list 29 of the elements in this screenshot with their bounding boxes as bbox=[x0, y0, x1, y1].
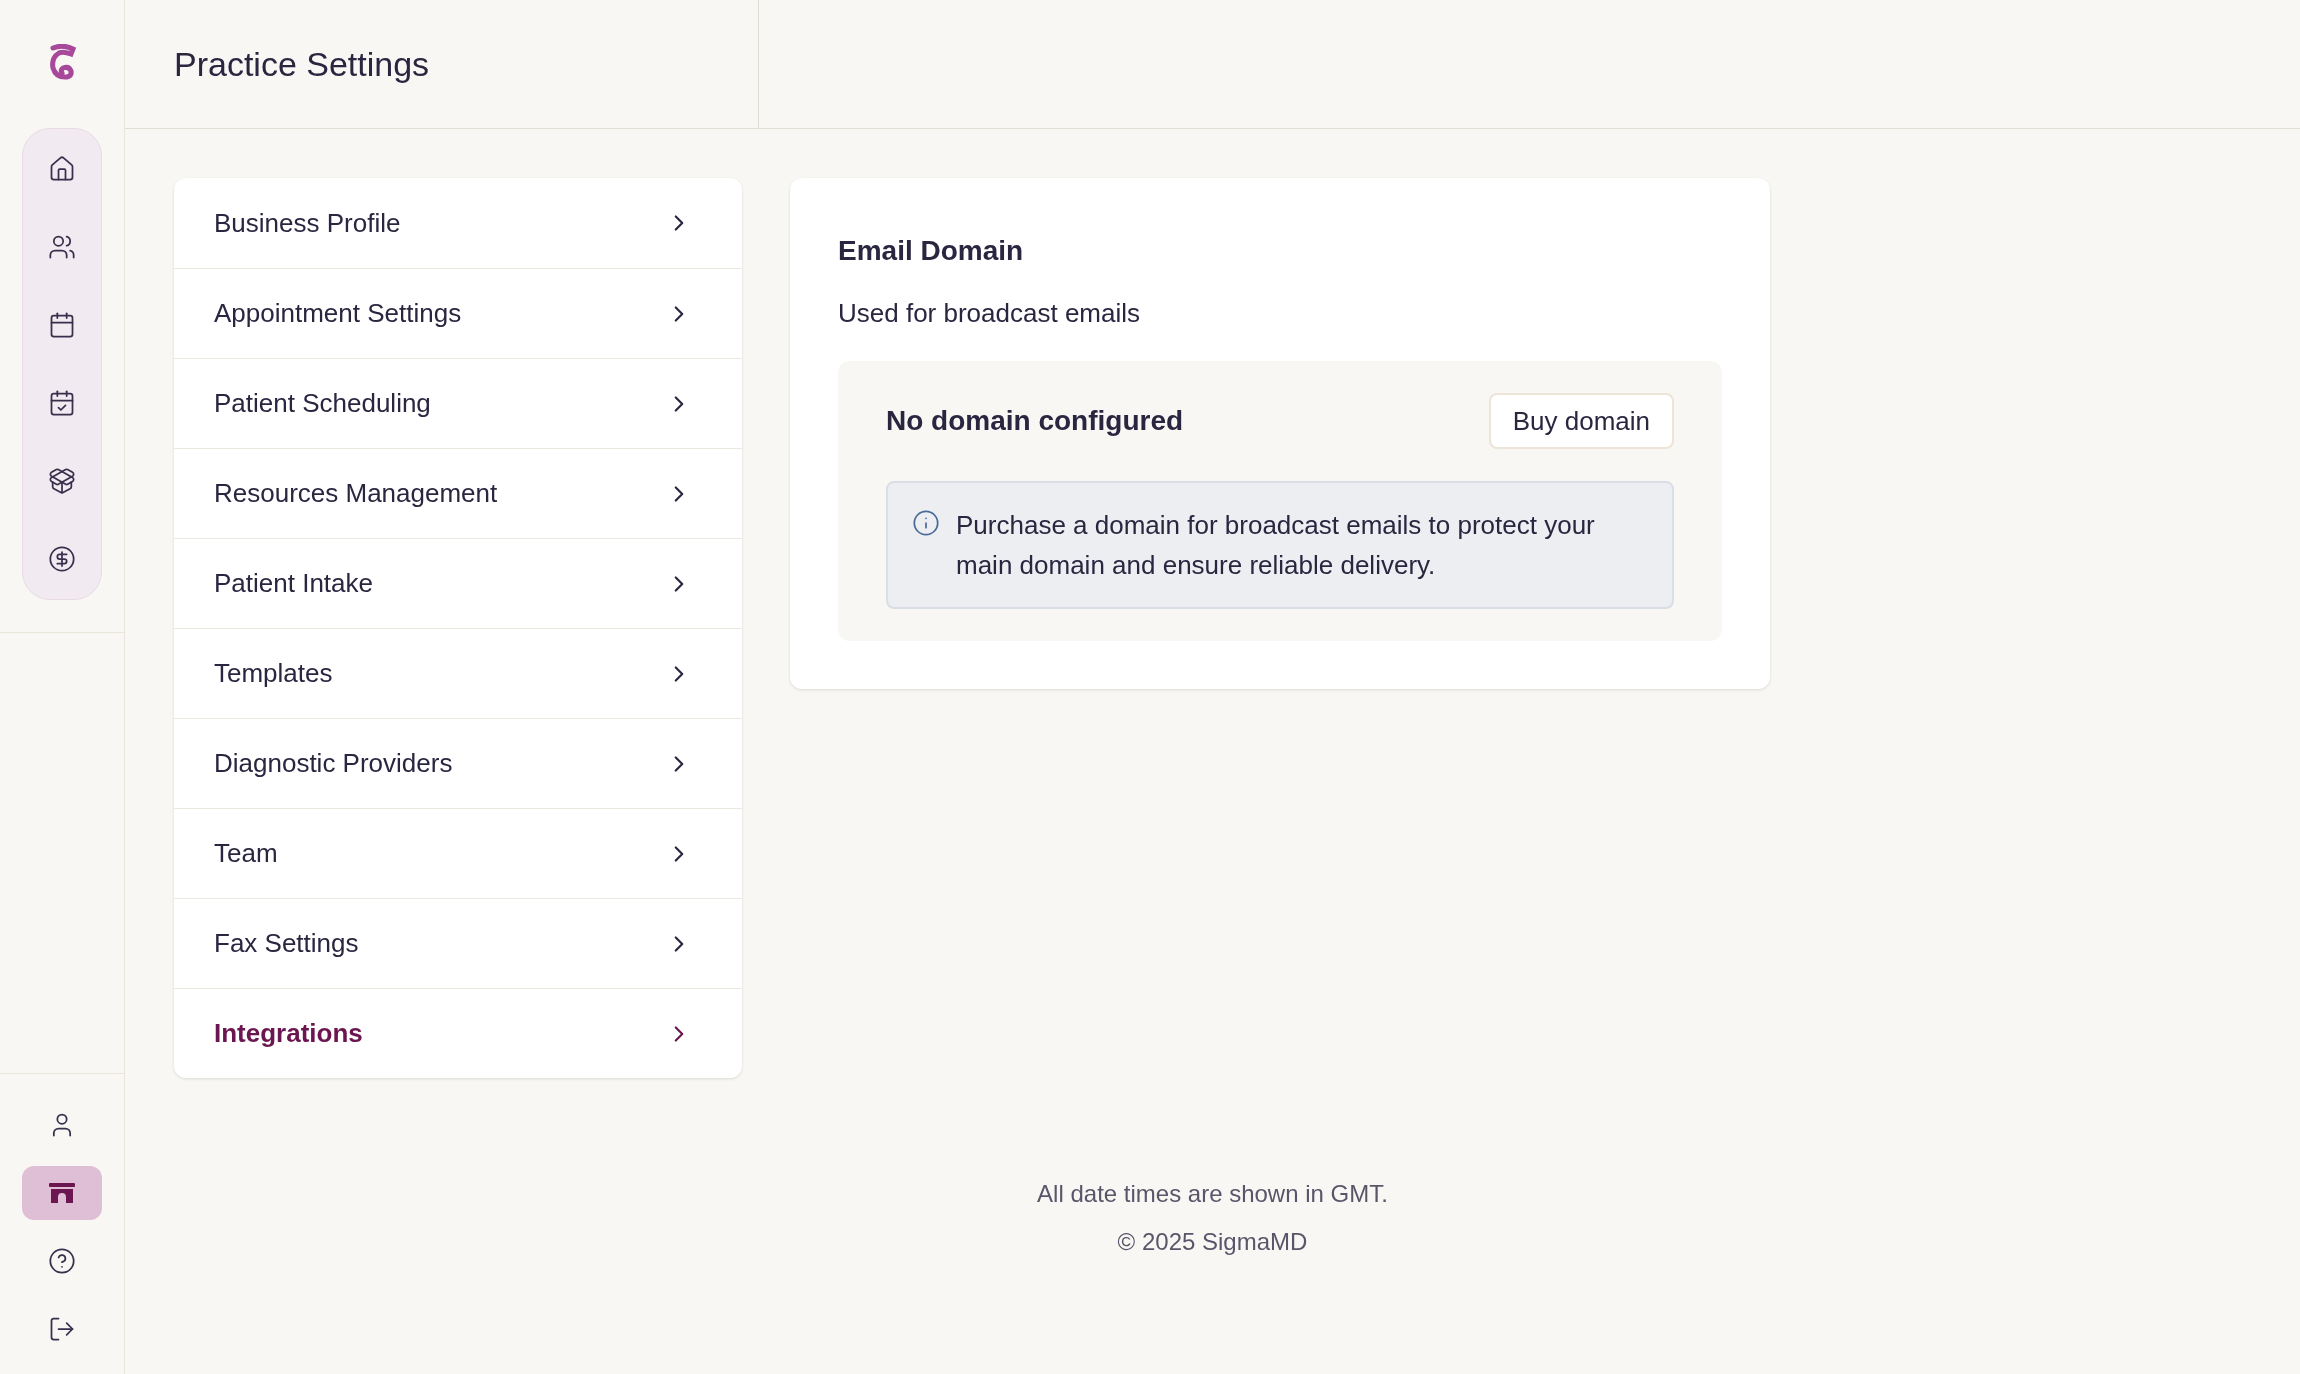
storefront-icon bbox=[49, 1183, 75, 1203]
calendar-check-icon bbox=[48, 389, 76, 417]
settings-menu-item[interactable]: Diagnostic Providers bbox=[174, 718, 742, 808]
dollar-icon bbox=[48, 545, 76, 573]
settings-menu-item[interactable]: Integrations bbox=[174, 988, 742, 1078]
nav-button[interactable] bbox=[22, 1166, 102, 1220]
info-icon bbox=[912, 509, 940, 537]
info-text: Purchase a domain for broadcast emails to protect your main domain and ensure reliable delivery. bbox=[956, 509, 1596, 582]
page-title: Practice Settings bbox=[174, 43, 430, 85]
footer-text: © 2025 SigmaMD bbox=[1117, 1227, 1308, 1257]
logout-icon bbox=[48, 1315, 76, 1343]
card-title: Email Domain bbox=[838, 234, 1025, 268]
people-icon bbox=[48, 233, 76, 261]
settings-menu-item[interactable]: Patient Intake bbox=[174, 538, 742, 628]
settings-menu-item[interactable]: Appointment Settings bbox=[174, 268, 742, 358]
card-subtitle: Used for broadcast emails bbox=[838, 297, 1142, 330]
buy-domain-button[interactable]: Buy domain bbox=[1488, 393, 1674, 449]
settings-menu-item[interactable]: Patient Scheduling bbox=[174, 358, 742, 448]
footer-text: All date times are shown in GMT. bbox=[1037, 1179, 1388, 1209]
calendar-icon bbox=[48, 311, 76, 339]
help-icon bbox=[48, 1247, 76, 1275]
settings-menu-item[interactable]: Fax Settings bbox=[174, 898, 742, 988]
settings-menu-item[interactable]: Templates bbox=[174, 628, 742, 718]
home-icon bbox=[48, 155, 76, 183]
settings-menu-item[interactable]: Resources Management bbox=[174, 448, 742, 538]
domain-status: No domain configured bbox=[886, 404, 1184, 438]
settings-menu-item[interactable]: Business Profile bbox=[174, 178, 742, 268]
settings-menu-item[interactable]: Team bbox=[174, 808, 742, 898]
box-icon bbox=[48, 467, 76, 495]
